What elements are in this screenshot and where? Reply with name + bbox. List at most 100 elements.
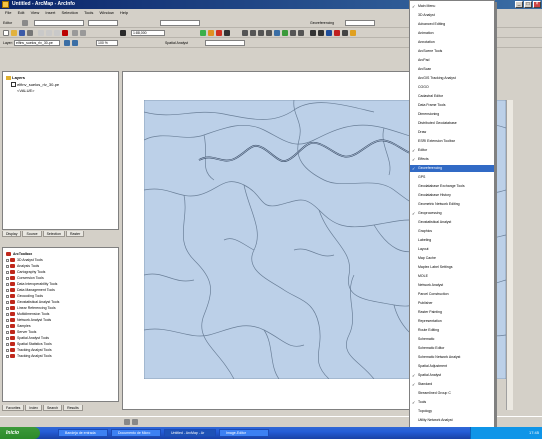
expand-icon[interactable] (6, 306, 9, 310)
toolbox-item[interactable]: Server Tools (6, 330, 36, 335)
menu-item[interactable]: GPS (410, 174, 494, 181)
target-dropdown[interactable] (88, 20, 118, 26)
menu-item[interactable]: Geometric Network Editing (410, 201, 494, 208)
expand-icon[interactable] (6, 324, 9, 328)
arctoolbox-icon[interactable] (208, 30, 214, 36)
start-button[interactable]: Inicio (0, 427, 40, 439)
menu-item[interactable]: Map Cache (410, 255, 494, 262)
toolbox-item[interactable]: Analysis Tools (6, 264, 39, 269)
expand-icon[interactable] (6, 348, 9, 352)
expand-icon[interactable] (6, 288, 9, 292)
expand-icon[interactable] (6, 312, 9, 316)
menu-tools[interactable]: Tools (84, 10, 93, 15)
full-extent-icon[interactable] (282, 30, 288, 36)
layer-dropdown[interactable]: elfinv_suelos_rlv_30-pe (14, 40, 60, 46)
menu-item[interactable]: Schematic (410, 336, 494, 343)
menu-insert[interactable]: Insert (45, 10, 55, 15)
expand-icon[interactable] (6, 342, 9, 346)
editor-toolbar-icon[interactable] (200, 30, 206, 36)
expand-icon[interactable] (6, 294, 9, 298)
measure-icon[interactable] (342, 30, 348, 36)
tab-display[interactable]: Display (2, 231, 22, 237)
menu-item[interactable]: Representation (410, 318, 494, 325)
toc-root-row[interactable]: Layers (6, 75, 25, 80)
menu-item[interactable]: ✓ Editor (410, 147, 494, 154)
taskbar-item[interactable]: Documento de Micro (111, 429, 161, 437)
layer-tool-icon[interactable] (64, 40, 70, 46)
expand-icon[interactable] (6, 282, 9, 286)
expand-icon[interactable] (6, 276, 9, 280)
menu-item[interactable]: ArcPad (410, 57, 494, 64)
menu-edit[interactable]: Edit (18, 10, 25, 15)
menu-item[interactable]: Animation (410, 30, 494, 37)
tab-selection[interactable]: Selection (42, 231, 65, 237)
toolbox-item[interactable]: Data Interoperability Tools (6, 282, 57, 287)
open-folder-icon[interactable] (11, 30, 17, 36)
menu-item[interactable]: Parcel Construction (410, 291, 494, 298)
toolbox-root[interactable]: ArcToolbox (6, 252, 32, 257)
menu-item[interactable]: Advanced Editing (410, 21, 494, 28)
expand-icon[interactable] (6, 318, 9, 322)
pan-icon[interactable] (274, 30, 280, 36)
menu-file[interactable]: File (5, 10, 11, 15)
identify-icon[interactable] (326, 30, 332, 36)
toolbox-item[interactable]: Geostatistical Analyst Tools (6, 300, 59, 305)
toolbox-item[interactable]: Multidimension Tools (6, 312, 49, 317)
delete-icon[interactable] (62, 30, 68, 36)
menu-item[interactable]: COGO (410, 84, 494, 91)
menu-item[interactable]: Geodatabase Exchange Tools (410, 183, 494, 190)
menu-selection[interactable]: Selection (61, 10, 77, 15)
expand-icon[interactable] (6, 264, 9, 268)
menu-item[interactable]: Utility Network Analyst (410, 417, 494, 424)
cut-icon[interactable] (38, 30, 44, 36)
new-document-icon[interactable] (3, 30, 9, 36)
zoom-percent-field[interactable]: 100 % (96, 40, 118, 46)
menu-item[interactable]: Distributed Geodatabase (410, 120, 494, 127)
toolbox-item[interactable]: Spatial Analyst Tools (6, 336, 49, 341)
copy-icon[interactable] (46, 30, 52, 36)
toolbox-item[interactable]: Samples (6, 324, 31, 329)
help-icon[interactable] (224, 30, 230, 36)
edit-tool-icon[interactable] (22, 20, 28, 26)
select-features-icon[interactable] (310, 30, 316, 36)
toolbox-item[interactable]: Cartography Tools (6, 270, 45, 275)
layer-tool-icon-2[interactable] (72, 40, 78, 46)
expand-icon[interactable] (6, 270, 9, 274)
menu-item[interactable]: 3D Analyst (410, 12, 494, 19)
menu-item[interactable]: Publisher (410, 300, 494, 307)
toolbox-item[interactable]: Linear Referencing Tools (6, 306, 56, 311)
tab-source[interactable]: Source (22, 231, 42, 237)
data-view-icon[interactable] (124, 419, 130, 425)
toolbox-item[interactable]: Conversion Tools (6, 276, 44, 281)
menu-item[interactable]: ✓ Standard (410, 381, 494, 388)
menu-item[interactable]: ✓ Georeferencing (410, 165, 494, 172)
menu-item[interactable]: MOLE (410, 273, 494, 280)
editor-target-field[interactable] (160, 20, 200, 26)
find-icon[interactable] (334, 30, 340, 36)
taskbar-item[interactable]: Image-Editor (219, 429, 269, 437)
menu-item[interactable]: Raster Painting (410, 309, 494, 316)
menu-item[interactable]: Data Frame Tools (410, 102, 494, 109)
menu-item[interactable]: ✓ Geoprocessing (410, 210, 494, 217)
toolbox-item[interactable]: Tracking Analyst Tools (6, 354, 52, 359)
menu-item[interactable]: ArcGIS Tracking Analyst (410, 75, 494, 82)
toolbox-item[interactable]: Tracking Analyst Tools (6, 348, 52, 353)
menu-item[interactable]: ArcScan (410, 66, 494, 73)
menu-help[interactable]: Help (120, 10, 128, 15)
task-dropdown[interactable] (34, 20, 84, 26)
tab-search[interactable]: Search (42, 405, 63, 411)
menu-item[interactable]: ESRI Extension Toolbar (410, 138, 494, 145)
print-icon[interactable] (27, 30, 33, 36)
menu-window[interactable]: Window (100, 10, 114, 15)
close-button[interactable]: × (533, 1, 541, 8)
paste-icon[interactable] (54, 30, 60, 36)
toolbox-item[interactable]: Spatial Statistics Tools (6, 342, 52, 347)
menu-item[interactable]: Layout (410, 246, 494, 253)
toolbox-item[interactable]: Network Analyst Tools (6, 318, 51, 323)
maximize-button[interactable]: □ (524, 1, 532, 8)
undo-icon[interactable] (72, 30, 78, 36)
toolbox-item[interactable]: 3D Analyst Tools (6, 258, 43, 263)
menu-item[interactable]: Cadastral Editor (410, 93, 494, 100)
back-extent-icon[interactable] (290, 30, 296, 36)
zoom-in-icon[interactable] (242, 30, 248, 36)
